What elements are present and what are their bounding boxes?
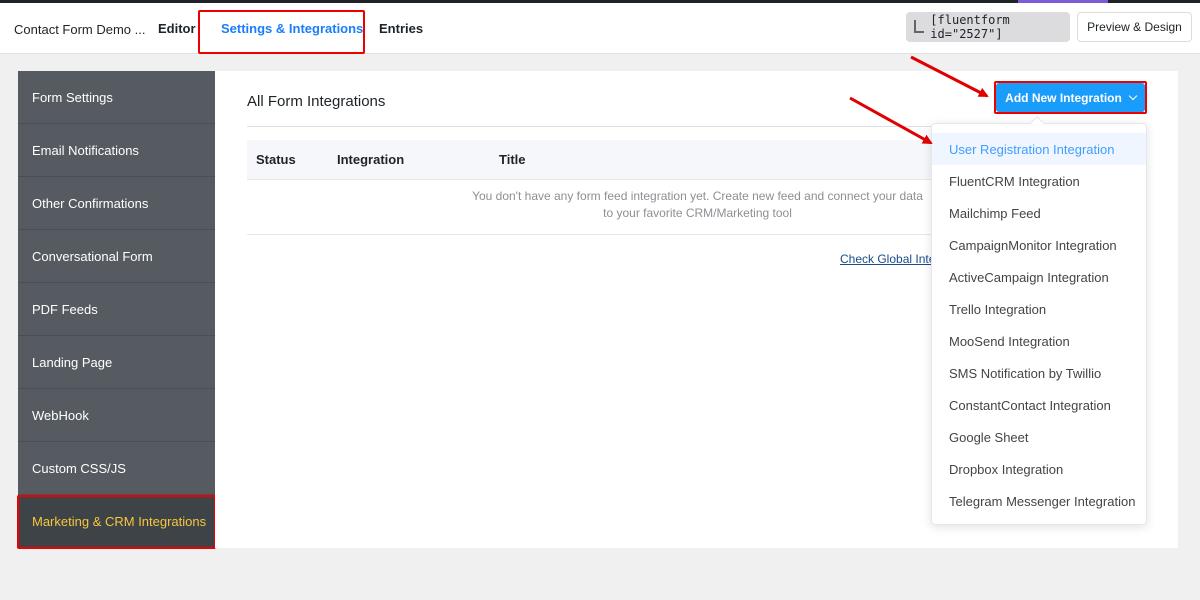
table-header: Status Integration Title — [247, 140, 947, 180]
clipboard-icon — [912, 19, 925, 35]
sidebar-item-other-confirmations[interactable]: Other Confirmations — [18, 177, 215, 230]
shortcode-copy[interactable]: [fluentform id="2527"] — [906, 12, 1070, 42]
dropdown-option[interactable]: CampaignMonitor Integration — [932, 229, 1146, 261]
settings-sidebar: Form Settings Email Notifications Other … — [18, 71, 215, 548]
dropdown-option[interactable]: FluentCRM Integration — [932, 165, 1146, 197]
dropdown-option[interactable]: SMS Notification by Twillio — [932, 357, 1146, 389]
column-header-integration: Integration — [337, 152, 405, 167]
sidebar-item-pdf-feeds[interactable]: PDF Feeds — [18, 283, 215, 336]
sidebar-item-email-notifications[interactable]: Email Notifications — [18, 124, 215, 177]
dropdown-option[interactable]: ActiveCampaign Integration — [932, 261, 1146, 293]
highlight-add-button — [994, 81, 1147, 114]
dropdown-options: User Registration Integration FluentCRM I… — [932, 133, 1146, 517]
sidebar-item-conversational-form[interactable]: Conversational Form — [18, 230, 215, 283]
sidebar-item-webhook[interactable]: WebHook — [18, 389, 215, 442]
integration-dropdown-menu: User Registration Integration FluentCRM I… — [931, 115, 1147, 525]
dropdown-option[interactable]: Google Sheet — [932, 421, 1146, 453]
sidebar-item-custom-css-js[interactable]: Custom CSS/JS — [18, 442, 215, 495]
dropdown-option[interactable]: Telegram Messenger Integration — [932, 485, 1146, 517]
dropdown-option[interactable]: Mailchimp Feed — [932, 197, 1146, 229]
check-global-integrations-link[interactable]: Check Global Integrations — [840, 252, 932, 266]
highlight-marketing-sidebar — [17, 495, 216, 549]
preview-design-button[interactable]: Preview & Design — [1077, 12, 1192, 42]
empty-message-line: to your favorite CRM/Marketing tool — [603, 206, 792, 220]
table-divider — [247, 234, 947, 235]
highlight-settings-tab — [198, 10, 365, 54]
empty-table-message: You don't have any form feed integration… — [465, 188, 930, 222]
dropdown-option[interactable]: Trello Integration — [932, 293, 1146, 325]
page-title: All Form Integrations — [247, 93, 386, 110]
tab-entries[interactable]: Entries — [379, 21, 423, 36]
top-nav-bar: Contact Form Demo ... Editor Settings & … — [0, 3, 1200, 54]
form-name[interactable]: Contact Form Demo ... — [14, 22, 145, 37]
shortcode-text: [fluentform id="2527"] — [930, 13, 1010, 41]
title-divider — [247, 126, 947, 127]
empty-message-line: You don't have any form feed integration… — [472, 189, 923, 203]
dropdown-option[interactable]: MooSend Integration — [932, 325, 1146, 357]
dropdown-option[interactable]: Dropbox Integration — [932, 453, 1146, 485]
sidebar-item-landing-page[interactable]: Landing Page — [18, 336, 215, 389]
tab-editor[interactable]: Editor — [158, 21, 196, 36]
sidebar-item-form-settings[interactable]: Form Settings — [18, 71, 215, 124]
column-header-title: Title — [499, 152, 526, 167]
dropdown-option[interactable]: ConstantContact Integration — [932, 389, 1146, 421]
dropdown-option[interactable]: User Registration Integration — [932, 133, 1146, 165]
column-header-status: Status — [256, 152, 296, 167]
